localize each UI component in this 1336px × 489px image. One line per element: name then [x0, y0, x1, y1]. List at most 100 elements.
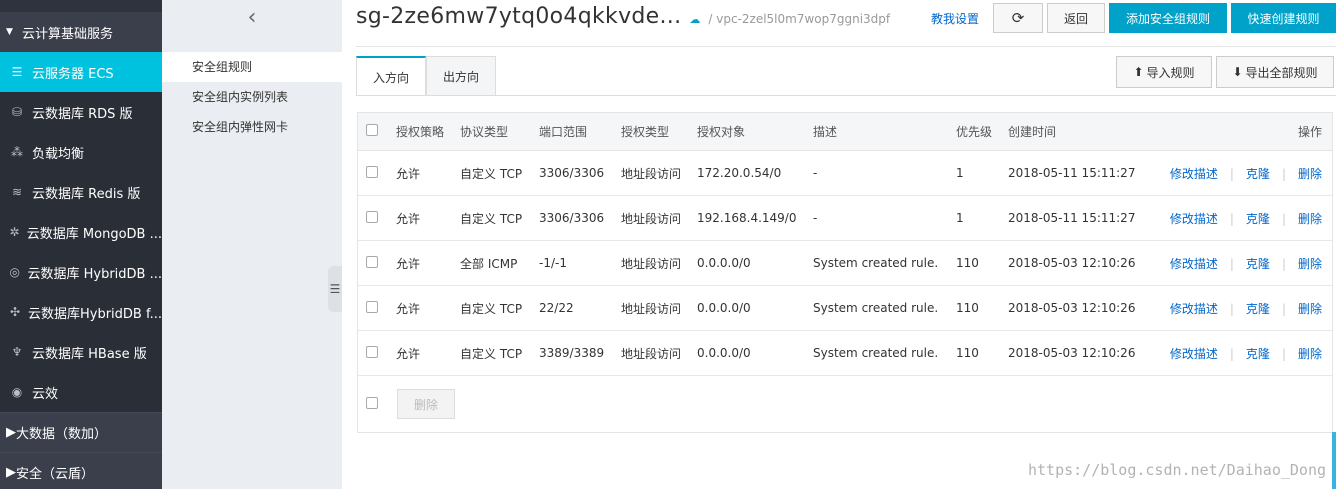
cell-object: 0.0.0.0/0	[697, 346, 751, 360]
upload-icon: ⬆	[1133, 65, 1144, 79]
subnav-item-eni[interactable]: 安全组内弹性网卡	[162, 112, 342, 142]
cell-desc: -	[813, 166, 818, 180]
edit-desc-link[interactable]: 修改描述	[1170, 347, 1218, 361]
sidebar-item-redis[interactable]: ≋ 云数据库 Redis 版	[0, 172, 162, 212]
cell-object: 192.168.4.149/0	[697, 211, 797, 225]
subnav-item-instances[interactable]: 安全组内实例列表	[162, 82, 342, 112]
cell-protocol: 自定义 TCP	[460, 346, 523, 361]
sidebar-item-slb[interactable]: ⁂ 负载均衡	[0, 132, 162, 172]
table-header: 授权策略 协议类型 端口范围 授权类型 授权对象 描述 优先级 创建时间 操作	[358, 113, 1332, 151]
sidebar-item-ecs[interactable]: ☰ 云服务器 ECS	[0, 52, 162, 92]
edit-desc-link[interactable]: 修改描述	[1170, 257, 1218, 271]
col-policy: 授权策略	[396, 125, 445, 139]
cloud-icon: ☁	[689, 13, 701, 26]
clone-link[interactable]: 克隆	[1246, 167, 1270, 181]
clone-link[interactable]: 克隆	[1246, 212, 1270, 226]
col-ops: 操作	[1297, 125, 1322, 139]
tab-actions: ⬆ 导入规则 ⬇ 导出全部规则	[1112, 56, 1334, 88]
sidebar-item-rds[interactable]: ⛁ 云数据库 RDS 版	[0, 92, 162, 132]
delete-link[interactable]: 删除	[1298, 212, 1322, 226]
row-checkbox[interactable]	[366, 165, 378, 178]
delete-link[interactable]: 删除	[1298, 167, 1322, 181]
cell-port: 3389/3389	[539, 346, 605, 360]
sidebar-group-security[interactable]: ▶ 安全（云盾）	[0, 452, 162, 489]
import-rules-button[interactable]: ⬆ 导入规则	[1116, 56, 1212, 88]
hbase-icon: ♆	[11, 345, 23, 359]
tab-inbound[interactable]: 入方向	[356, 56, 427, 96]
batch-delete-button[interactable]: 删除	[397, 389, 455, 419]
cell-auth-type: 地址段访问	[621, 301, 682, 316]
sidebar-item-hybriddb-f[interactable]: ✣ 云数据库HybridDB f...	[0, 292, 162, 332]
table-footer: 删除	[358, 376, 1332, 432]
sidebar-item-yunxiao[interactable]: ◉ 云效	[0, 372, 162, 412]
page-header: sg-2ze6mw7ytq0o4qkkvde... ☁ / vpc-2zel5l…	[356, 4, 890, 36]
sidebar-group-label: 大数据（数加）	[16, 427, 108, 442]
export-rules-button[interactable]: ⬇ 导出全部规则	[1216, 56, 1334, 88]
refresh-button[interactable]: ⟳	[993, 3, 1043, 33]
delete-link[interactable]: 删除	[1298, 302, 1322, 316]
col-protocol: 协议类型	[460, 125, 509, 139]
op-separator: |	[1281, 346, 1286, 361]
table-row: 允许 自定义 TCP 3306/3306 地址段访问 192.168.4.149/0 - 1…	[358, 196, 1332, 241]
row-checkbox[interactable]	[366, 255, 378, 268]
sidebar-item-label: 云数据库 MongoDB ...	[26, 226, 162, 242]
select-all-checkbox[interactable]	[366, 124, 378, 136]
row-checkbox[interactable]	[366, 210, 378, 223]
hybriddb-icon: ◎	[9, 265, 20, 279]
subnav-item-rules[interactable]: 安全组规则	[162, 52, 342, 82]
back-button[interactable]: 返回	[1047, 3, 1105, 33]
row-checkbox[interactable]	[366, 345, 378, 358]
cell-auth-type: 地址段访问	[621, 346, 682, 361]
sidebar-group-cloud-basic[interactable]: ▼ 云计算基础服务	[0, 12, 162, 52]
cell-object: 172.20.0.54/0	[697, 166, 782, 180]
clone-link[interactable]: 克隆	[1246, 302, 1270, 316]
cell-auth-type: 地址段访问	[621, 256, 682, 271]
tutorial-link[interactable]: 教我设置	[931, 10, 979, 27]
sidebar-item-mongodb[interactable]: ✲ 云数据库 MongoDB ...	[0, 212, 162, 252]
clone-link[interactable]: 克隆	[1246, 347, 1270, 361]
add-rule-button[interactable]: 添加安全组规则	[1109, 3, 1227, 33]
edit-desc-link[interactable]: 修改描述	[1170, 167, 1218, 181]
sidebar-item-hybriddb[interactable]: ◎ 云数据库 HybridDB ...	[0, 252, 162, 292]
clone-link[interactable]: 克隆	[1246, 257, 1270, 271]
sidebar-item-label: 云服务器 ECS	[32, 66, 114, 82]
sidebar-item-label: 云数据库 Redis 版	[32, 186, 141, 202]
sidebar-group-bigdata[interactable]: ▶ 大数据（数加）	[0, 412, 162, 452]
col-port: 端口范围	[539, 125, 588, 139]
cell-protocol: 自定义 TCP	[460, 211, 523, 226]
tab-outbound[interactable]: 出方向	[426, 56, 497, 96]
cell-port: -1/-1	[539, 256, 567, 270]
row-ops: 修改描述 | 克隆 | 删除	[1160, 210, 1332, 227]
footer-checkbox[interactable]	[366, 396, 378, 409]
cell-policy: 允许	[396, 211, 421, 226]
scrollbar[interactable]	[1332, 432, 1336, 489]
sidebar-item-label: 云数据库 RDS 版	[32, 106, 133, 122]
col-desc: 描述	[813, 125, 838, 139]
sidebar-item-hbase[interactable]: ♆ 云数据库 HBase 版	[0, 332, 162, 372]
delete-link[interactable]: 删除	[1298, 347, 1322, 361]
cell-protocol: 自定义 TCP	[460, 166, 523, 181]
cell-object: 0.0.0.0/0	[697, 301, 751, 315]
table-body: 允许 自定义 TCP 3306/3306 地址段访问 172.20.0.54/0-1 20…	[358, 151, 1332, 376]
col-object: 授权对象	[697, 125, 746, 139]
row-checkbox[interactable]	[366, 300, 378, 313]
row-select-cell	[358, 210, 396, 226]
watermark: https://blog.csdn.net/Daihao_Dong	[1027, 461, 1326, 479]
collapse-handle-icon[interactable]: ☰	[328, 266, 342, 312]
cell-port: 3306/3306	[539, 166, 605, 180]
quick-create-button[interactable]: 快速创建规则	[1231, 3, 1336, 33]
row-ops: 修改描述 | 克隆 | 删除	[1160, 345, 1332, 362]
sidebar-item-label: 云效	[32, 386, 59, 402]
sidebar-group-label: 安全（云盾）	[16, 467, 95, 482]
cell-port: 3306/3306	[539, 211, 605, 225]
yunxiao-icon: ◉	[11, 385, 23, 399]
delete-link[interactable]: 删除	[1298, 257, 1322, 271]
edit-desc-link[interactable]: 修改描述	[1170, 212, 1218, 226]
cell-policy: 允许	[396, 256, 421, 271]
col-time: 创建时间	[1008, 125, 1057, 139]
cell-desc: System created rule.	[813, 346, 939, 360]
direction-tabs: 入方向 出方向	[356, 56, 497, 96]
edit-desc-link[interactable]: 修改描述	[1170, 302, 1218, 316]
cell-auth-type: 地址段访问	[621, 166, 682, 181]
back-chevron-icon[interactable]: ‹	[162, 0, 342, 34]
